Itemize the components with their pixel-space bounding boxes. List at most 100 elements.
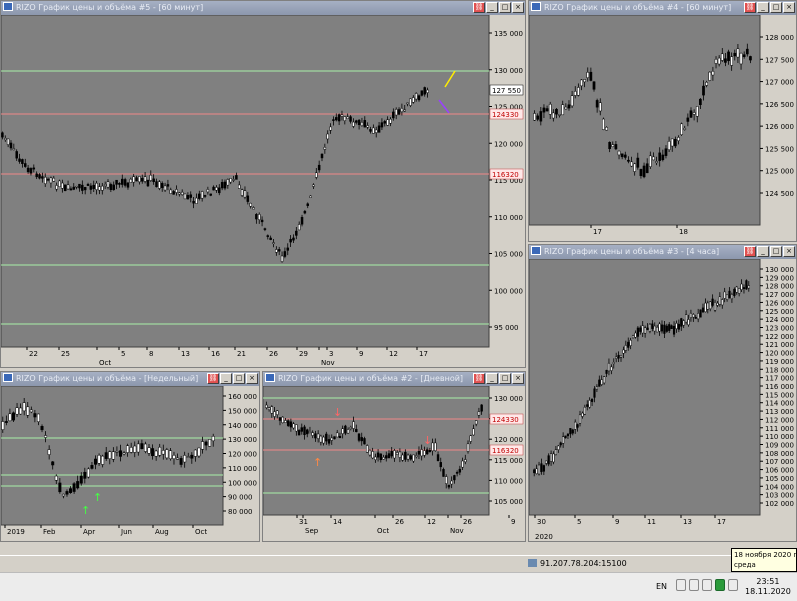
price-axis-label: 114 000 [765, 400, 794, 408]
candle-body [203, 195, 207, 197]
clock[interactable]: 23:51 18.11.2020 [745, 577, 791, 597]
candle-body [133, 445, 137, 453]
close-button[interactable]: × [246, 373, 258, 384]
price-axis-label: 160 000 [228, 393, 257, 401]
price-axis-label: 140 000 [228, 422, 257, 430]
price-axis-label: 116 000 [765, 383, 794, 391]
candle-body [311, 432, 314, 436]
power-icon[interactable] [728, 579, 738, 591]
link-icon[interactable]: ⛓ [207, 373, 219, 384]
link-icon[interactable]: ⛓ [473, 2, 485, 13]
minimize-button[interactable]: _ [486, 2, 498, 13]
candle-body [533, 469, 536, 474]
plot-area [529, 15, 761, 226]
window-title-bar[interactable]: RIZO График цены и объёма #5 - [60 минут… [1, 1, 525, 15]
candle-body [101, 185, 104, 191]
flag-icon[interactable] [702, 579, 712, 591]
candle-body [600, 379, 603, 385]
candle-body [644, 327, 647, 334]
minimize-button[interactable]: _ [757, 246, 769, 257]
chart-window-4[interactable]: RIZO График цены и объёма #4 - [60 минут… [528, 0, 797, 242]
candle-body [316, 433, 320, 439]
maximize-button[interactable]: □ [499, 373, 511, 384]
candle-body [326, 133, 329, 140]
language-indicator[interactable]: EN [656, 582, 667, 591]
chart-window-2[interactable]: RIZO График цены и объёма #2 - [Дневной]… [262, 371, 526, 542]
candle-body [366, 125, 369, 128]
date-axis-label: 21 [237, 350, 246, 358]
candle-body [226, 179, 230, 186]
chart-window-weekly[interactable]: RIZO График цены и объёма - [Недельный] … [0, 371, 260, 542]
date-axis-label: Oct [195, 528, 207, 536]
candle-body [590, 398, 594, 402]
candle-body [323, 147, 327, 150]
app-tray-icon[interactable] [715, 579, 725, 591]
chart-window-3[interactable]: RIZO График цены и объёма #3 - [4 часа] … [528, 244, 797, 542]
candle-body [627, 159, 630, 162]
link-icon[interactable]: ⛓ [744, 2, 756, 13]
minimize-button[interactable]: _ [220, 373, 232, 384]
candle-body [664, 148, 668, 156]
candle-body [15, 151, 18, 159]
candle-body [461, 460, 464, 468]
maximize-button[interactable]: □ [770, 2, 782, 13]
close-button[interactable]: × [783, 246, 795, 257]
price-chart-area[interactable]: 160 000 150 000 140 000 130 000 120 000 110 0… [1, 386, 259, 541]
link-icon[interactable]: ⛓ [473, 373, 485, 384]
close-button[interactable]: × [512, 373, 524, 384]
candle-body [415, 455, 418, 458]
maximize-button[interactable]: □ [233, 373, 245, 384]
candle-body [564, 435, 567, 439]
date-axis-label: 8 [149, 350, 153, 358]
candle-body [6, 138, 10, 145]
current-price-label: 127 550 [492, 87, 521, 95]
candle-body [581, 412, 584, 417]
candle-body [325, 433, 328, 442]
maximize-button[interactable]: □ [770, 246, 782, 257]
window-title-bar[interactable]: RIZO График цены и объёма #2 - [Дневной]… [263, 372, 525, 386]
candle-body [394, 109, 398, 116]
price-chart-area[interactable]: 130 000129 000128 000127 000126 000125 0… [529, 259, 796, 541]
close-button[interactable]: × [783, 2, 795, 13]
signal-arrow-icon: ↑ [313, 456, 322, 469]
window-title-bar[interactable]: RIZO График цены и объёма - [Недельный] … [1, 372, 259, 386]
candle-body [593, 388, 596, 398]
price-axis-label: 100 000 [494, 287, 523, 295]
candle-body [106, 181, 110, 188]
candle-body [420, 449, 423, 457]
candle-body [111, 451, 115, 460]
minimize-button[interactable]: _ [486, 373, 498, 384]
maximize-button[interactable]: □ [499, 2, 511, 13]
candle-body [33, 413, 37, 418]
candle-body [186, 195, 190, 200]
price-chart-area[interactable]: 135 000130 000125 000120 000115 000110 0… [1, 15, 525, 367]
date-axis-label: 18 [679, 228, 688, 236]
price-axis-label: 100 000 [228, 479, 257, 487]
chart-window-5[interactable]: RIZO График цены и объёма #5 - [60 минут… [0, 0, 526, 368]
candle-body [201, 441, 205, 450]
candle-body [149, 174, 153, 181]
price-axis-label: 130 000 [765, 266, 794, 274]
volume-icon[interactable] [689, 579, 699, 591]
window-title-bar[interactable]: RIZO График цены и объёма #4 - [60 минут… [529, 1, 796, 15]
candle-body [674, 138, 677, 147]
candle-body [694, 316, 697, 319]
window-title-bar[interactable]: RIZO График цены и объёма #3 - [4 часа] … [529, 245, 796, 259]
candle-body [135, 177, 138, 182]
close-button[interactable]: × [512, 2, 524, 13]
link-icon[interactable]: ⛓ [744, 246, 756, 257]
candle-body [386, 119, 389, 126]
candle-body [306, 203, 309, 206]
price-chart-area[interactable]: 130 000125 000120 000115 000110 000105 0… [263, 386, 525, 541]
candle-body [8, 413, 12, 422]
candle-body [9, 142, 13, 149]
minimize-button[interactable]: _ [757, 2, 769, 13]
candle-body [420, 90, 424, 96]
price-chart-area[interactable]: 128 000 127 500 127 000 126 500 126 000 125 5… [529, 15, 796, 241]
date-axis-label: 26 [269, 350, 278, 358]
candle-body [551, 112, 555, 119]
candle-body [200, 191, 204, 199]
network-tray-icon[interactable] [676, 579, 686, 591]
candle-body [380, 122, 384, 128]
candle-body [286, 420, 290, 426]
